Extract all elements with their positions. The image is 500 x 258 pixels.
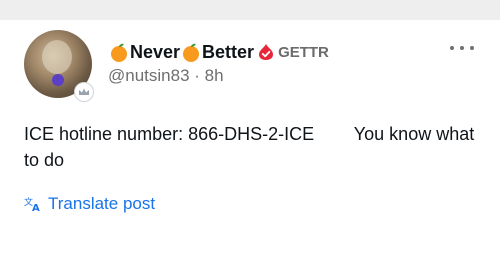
translate-button[interactable]: 文 A Translate post <box>24 194 155 214</box>
orange-emoji-icon <box>108 41 130 63</box>
post-card[interactable]: Never Better GETTR @nutsin83 · 8h ICE ho… <box>0 20 500 258</box>
crown-badge-icon <box>74 82 94 102</box>
gettr-verified-icon <box>258 43 274 61</box>
display-name-part2: Better <box>202 41 255 62</box>
avatar[interactable] <box>24 30 96 102</box>
platform-label: GETTR <box>278 43 329 61</box>
post-header: Never Better GETTR @nutsin83 · 8h <box>108 40 460 86</box>
svg-text:A: A <box>32 203 40 212</box>
display-name-part1: Never <box>130 41 181 62</box>
display-name[interactable]: Never Better GETTR <box>108 40 460 64</box>
translate-icon: 文 A <box>24 196 48 212</box>
top-separator-strip <box>0 0 500 20</box>
timestamp[interactable]: 8h <box>205 66 224 85</box>
orange-emoji-icon <box>180 41 202 63</box>
post-body-text: ICE hotline number: 866-DHS-2-ICE You kn… <box>24 124 480 170</box>
post-meta: @nutsin83 · 8h <box>108 66 460 86</box>
more-options-icon[interactable] <box>450 40 474 56</box>
handle[interactable]: @nutsin83 <box>108 66 190 85</box>
translate-label: Translate post <box>48 194 156 213</box>
meta-separator: · <box>189 66 205 85</box>
